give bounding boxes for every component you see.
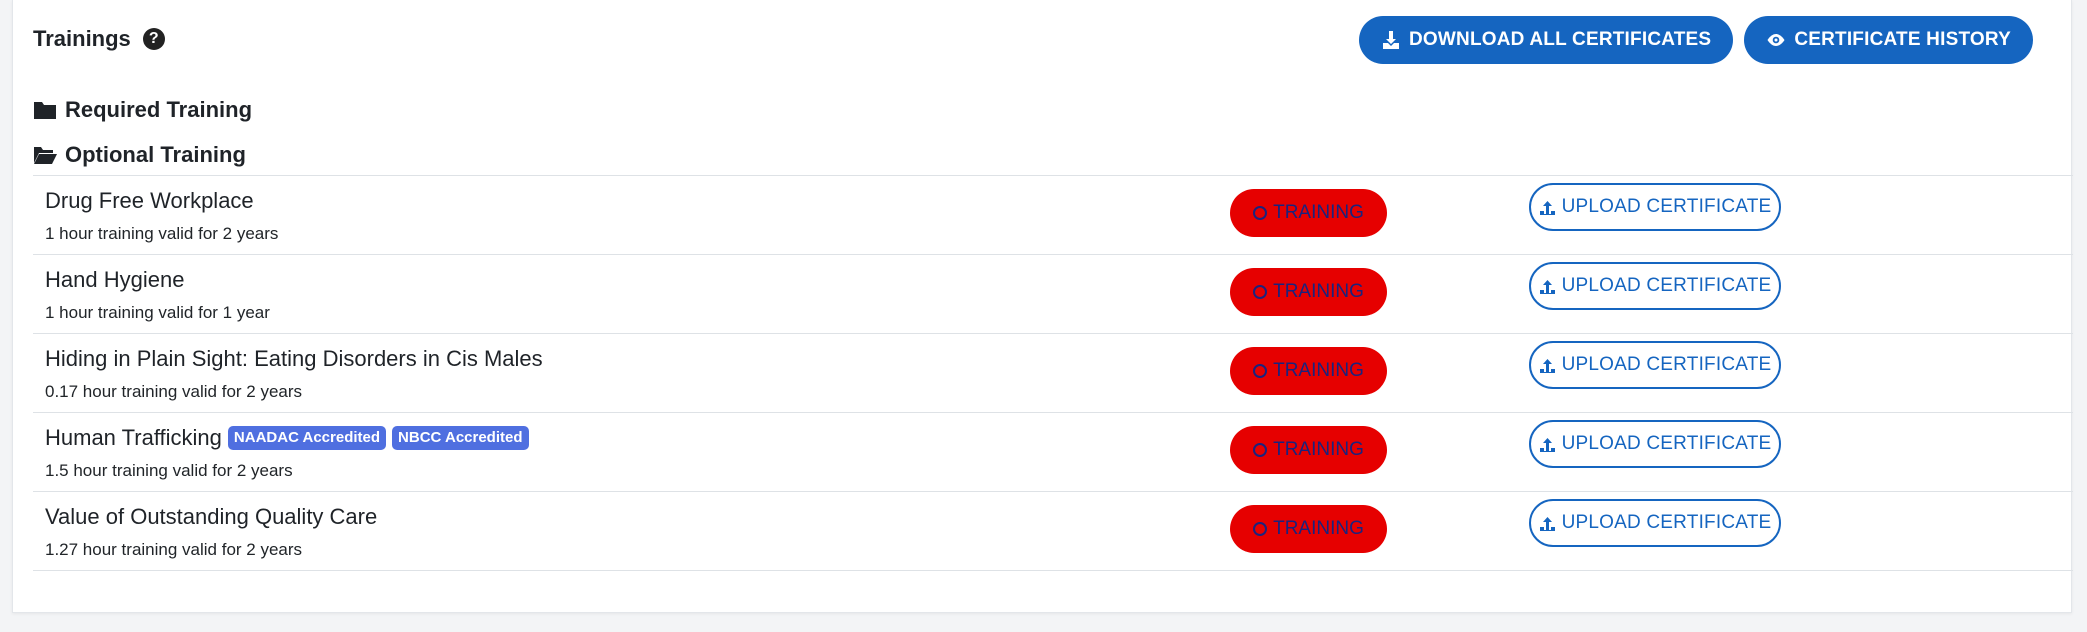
training-detail: 0.17 hour training valid for 2 years xyxy=(45,382,303,401)
upload-certificate-button[interactable]: UPLOAD CERTIFICATE xyxy=(1529,262,1781,310)
status-label: TRAINING xyxy=(1273,202,1364,223)
training-row: Drug Free Workplace 1 hour training vali… xyxy=(33,175,2073,254)
optional-training-list: Drug Free Workplace 1 hour training vali… xyxy=(33,175,2073,571)
required-training-label: Required Training xyxy=(65,97,253,122)
training-row: Human Trafficking NAADAC Accredited NBCC… xyxy=(33,412,2073,491)
training-detail: 1.5 hour training valid for 2 years xyxy=(45,461,293,480)
upload-icon xyxy=(1539,516,1555,531)
certificate-history-label: CERTIFICATE HISTORY xyxy=(1794,29,2011,50)
training-title: Drug Free Workplace xyxy=(45,188,254,213)
status-label: TRAINING xyxy=(1273,518,1364,539)
upload-label: UPLOAD CERTIFICATE xyxy=(1561,433,1772,454)
certificate-history-button[interactable]: CERTIFICATE HISTORY xyxy=(1744,16,2033,64)
card-header: Trainings ? DOWNLOAD ALL CERTIFICATES CE… xyxy=(33,16,2051,68)
upload-icon xyxy=(1539,437,1555,452)
upload-icon xyxy=(1539,200,1555,215)
training-title: Hand Hygiene xyxy=(45,267,185,292)
trainings-card: Trainings ? DOWNLOAD ALL CERTIFICATES CE… xyxy=(12,0,2073,613)
training-status-badge[interactable]: TRAINING xyxy=(1230,426,1387,474)
optional-training-folder[interactable]: Optional Training xyxy=(33,142,246,168)
accreditation-badge: NBCC Accredited xyxy=(392,426,529,450)
circle-icon xyxy=(1253,206,1268,220)
download-icon xyxy=(1383,31,1400,49)
header-actions: DOWNLOAD ALL CERTIFICATES CERTIFICATE HI… xyxy=(1359,16,2033,64)
status-label: TRAINING xyxy=(1273,439,1364,460)
question-circle-icon[interactable]: ? xyxy=(142,28,165,50)
circle-icon xyxy=(1253,285,1268,299)
upload-certificate-button[interactable]: UPLOAD CERTIFICATE xyxy=(1529,183,1781,231)
upload-label: UPLOAD CERTIFICATE xyxy=(1561,196,1772,217)
upload-icon xyxy=(1539,279,1555,294)
training-status-badge[interactable]: TRAINING xyxy=(1230,189,1387,237)
upload-label: UPLOAD CERTIFICATE xyxy=(1561,512,1772,533)
eye-icon xyxy=(1767,34,1785,46)
circle-icon xyxy=(1253,364,1268,378)
training-status-badge[interactable]: TRAINING xyxy=(1230,268,1387,316)
training-detail: 1 hour training valid for 2 years xyxy=(45,224,279,243)
folder-open-icon xyxy=(34,147,57,164)
upload-certificate-button[interactable]: UPLOAD CERTIFICATE xyxy=(1529,420,1781,468)
upload-label: UPLOAD CERTIFICATE xyxy=(1561,354,1772,375)
accreditation-badge: NAADAC Accredited xyxy=(227,426,387,450)
optional-training-label: Optional Training xyxy=(65,142,246,167)
status-label: TRAINING xyxy=(1273,360,1364,381)
training-name: Drug Free Workplace xyxy=(45,188,254,214)
upload-certificate-button[interactable]: UPLOAD CERTIFICATE xyxy=(1529,341,1781,389)
training-status-badge[interactable]: TRAINING xyxy=(1230,505,1387,553)
title-text: Trainings xyxy=(33,26,131,51)
circle-icon xyxy=(1253,522,1268,536)
training-title: Value of Outstanding Quality Care xyxy=(45,504,378,529)
training-row: Hiding in Plain Sight: Eating Disorders … xyxy=(33,333,2073,412)
upload-label: UPLOAD CERTIFICATE xyxy=(1561,275,1772,296)
training-detail: 1 hour training valid for 1 year xyxy=(45,303,270,322)
training-status-badge[interactable]: TRAINING xyxy=(1230,347,1387,395)
training-row: Value of Outstanding Quality Care 1.27 h… xyxy=(33,491,2073,571)
status-label: TRAINING xyxy=(1273,281,1364,302)
required-training-folder[interactable]: Required Training xyxy=(33,97,252,123)
training-detail: 1.27 hour training valid for 2 years xyxy=(45,540,303,559)
training-name: Hand Hygiene xyxy=(45,267,184,293)
training-title: Human Trafficking xyxy=(45,425,222,450)
training-name: Hiding in Plain Sight: Eating Disorders … xyxy=(45,346,543,372)
circle-icon xyxy=(1253,443,1268,457)
training-row: Hand Hygiene 1 hour training valid for 1… xyxy=(33,254,2073,333)
download-all-label: DOWNLOAD ALL CERTIFICATES xyxy=(1409,29,1712,50)
training-name: Value of Outstanding Quality Care xyxy=(45,504,377,530)
training-title: Hiding in Plain Sight: Eating Disorders … xyxy=(45,346,543,371)
page-title: Trainings ? xyxy=(33,26,165,52)
download-all-certificates-button[interactable]: DOWNLOAD ALL CERTIFICATES xyxy=(1359,16,1734,64)
training-name: Human Trafficking NAADAC Accredited NBCC… xyxy=(45,425,529,451)
upload-icon xyxy=(1539,358,1555,373)
upload-certificate-button[interactable]: UPLOAD CERTIFICATE xyxy=(1529,499,1781,547)
folder-icon xyxy=(34,102,56,119)
